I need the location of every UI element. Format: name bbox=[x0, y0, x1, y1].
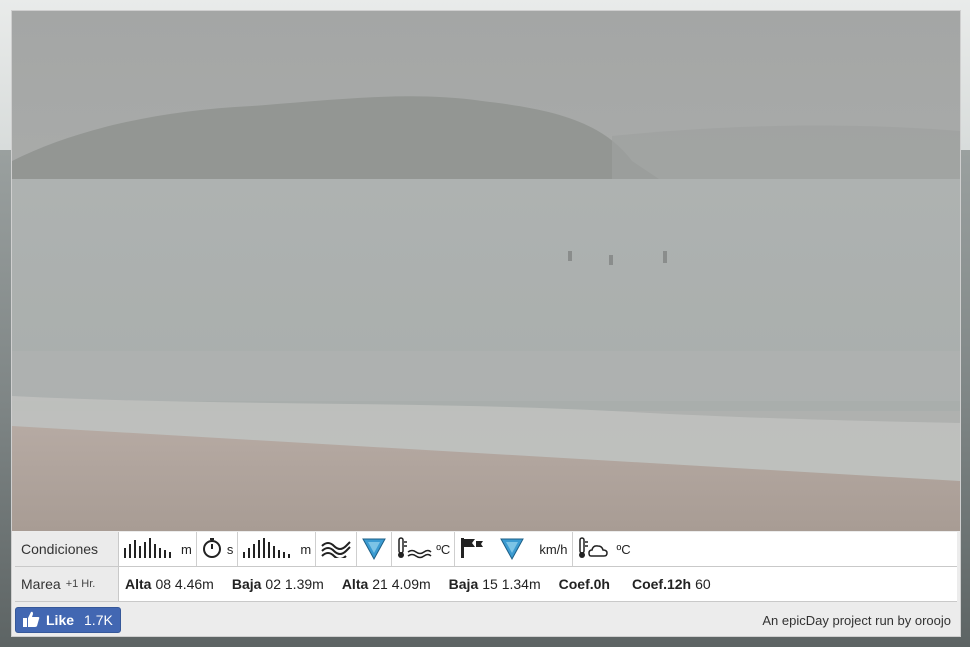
weather-thermometer-icon bbox=[577, 536, 613, 562]
like-label: Like bbox=[46, 612, 75, 628]
facebook-like-button[interactable]: Like 1.7K bbox=[15, 607, 121, 633]
like-count: 1.7K bbox=[84, 612, 113, 628]
period-unit: s bbox=[226, 541, 234, 557]
webcam-image bbox=[12, 11, 960, 531]
swell-bars-icon bbox=[242, 537, 296, 561]
swell-height-cell: m bbox=[238, 532, 317, 566]
water-thermometer-icon bbox=[396, 536, 432, 562]
wind-direction-icon bbox=[499, 535, 525, 564]
swell-waves-icon bbox=[320, 538, 352, 561]
webcam-widget: Condiciones m s m ºC km/h ºC Marea +1 Hr… bbox=[11, 10, 961, 637]
wind-cell: km/h bbox=[455, 532, 573, 566]
wave-height-cell: m bbox=[119, 532, 197, 566]
period-cell: s bbox=[197, 532, 239, 566]
stopwatch-icon bbox=[201, 537, 223, 562]
tide-entry: Baja 15 1.34m bbox=[448, 576, 541, 592]
tide-entry: Alta 08 4.46m bbox=[125, 576, 214, 592]
credit-link[interactable]: An epicDay project run by oroojo bbox=[762, 613, 957, 628]
conditions-row: Condiciones m s m ºC km/h ºC bbox=[15, 532, 957, 567]
air-temp-unit: ºC bbox=[616, 541, 631, 557]
swell-direction-cell bbox=[357, 532, 393, 566]
conditions-label: Condiciones bbox=[15, 532, 119, 566]
tide-entry: Baja 02 1.39m bbox=[231, 576, 324, 592]
water-temp-cell: ºC bbox=[392, 532, 456, 566]
swell-direction-icon bbox=[361, 535, 387, 564]
tides-label-cell: Marea +1 Hr. bbox=[15, 567, 119, 601]
air-temp-cell: ºC bbox=[573, 532, 635, 566]
wind-flag-icon bbox=[459, 537, 485, 562]
wave-height-unit: m bbox=[181, 541, 192, 557]
conditions-table: Condiciones m s m ºC km/h ºC Marea +1 Hr… bbox=[15, 532, 957, 602]
water-temp-unit: ºC bbox=[436, 541, 451, 557]
tide-entry: Alta 21 4.09m bbox=[341, 576, 431, 592]
widget-footer: Like 1.7K An epicDay project run by oroo… bbox=[15, 606, 957, 634]
coef-0h: Coef.0h bbox=[558, 576, 610, 592]
coef-12h: Coef.12h 60 bbox=[631, 576, 711, 592]
thumbs-up-icon bbox=[22, 611, 40, 630]
tides-row: Marea +1 Hr. Alta 08 4.46m Baja 02 1.39m A… bbox=[15, 567, 957, 602]
wave-bars-icon bbox=[123, 537, 177, 561]
swell-height-unit: m bbox=[300, 541, 312, 557]
swell-waves-cell bbox=[316, 532, 358, 566]
wind-unit: km/h bbox=[539, 541, 568, 557]
tides-label: Marea bbox=[21, 576, 61, 592]
tides-label-sub: +1 Hr. bbox=[65, 578, 96, 590]
